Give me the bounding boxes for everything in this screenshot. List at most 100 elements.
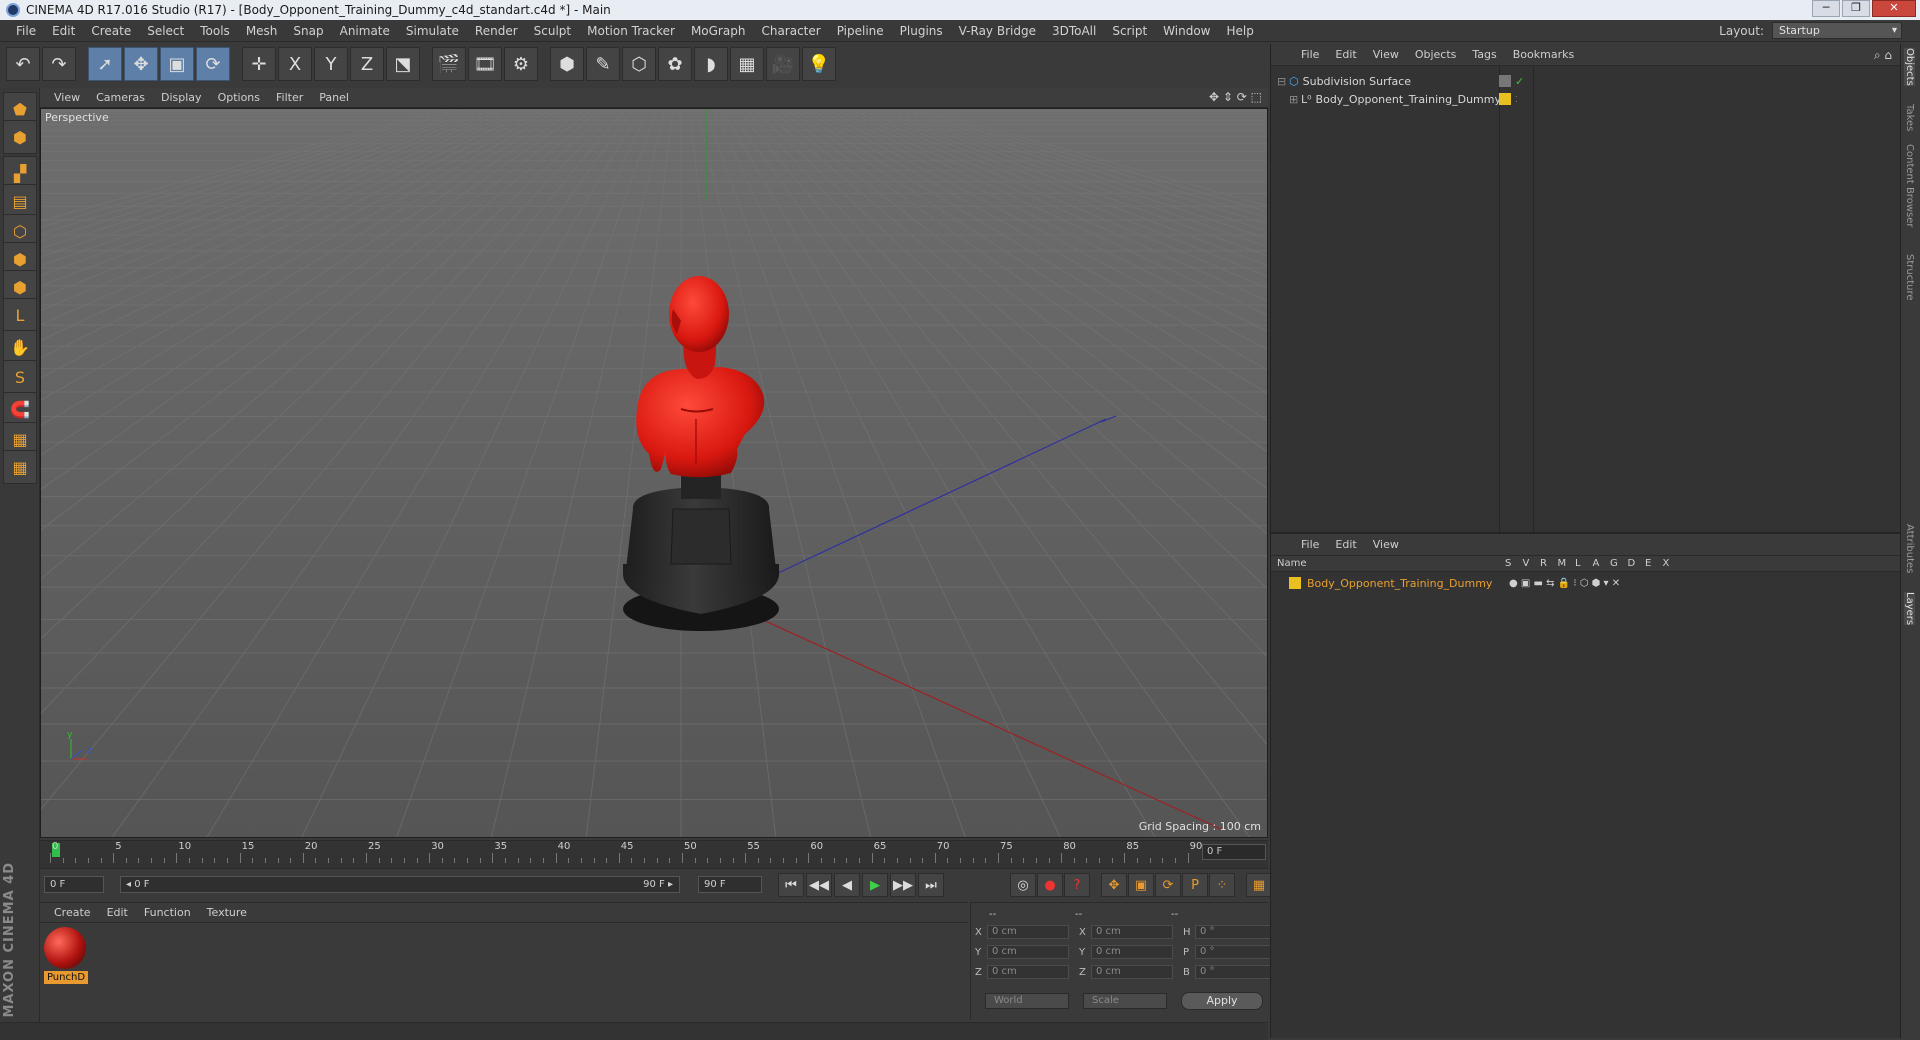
menu-3dtoall[interactable]: 3DToAll [1044, 24, 1104, 38]
viewport-menu-display[interactable]: Display [153, 91, 210, 104]
apply-button[interactable]: Apply [1181, 992, 1263, 1010]
axis-mode-icon[interactable]: L [3, 298, 37, 332]
menu-render[interactable]: Render [467, 24, 526, 38]
camera-icon[interactable]: 🎥 [766, 47, 800, 81]
menu-script[interactable]: Script [1104, 24, 1155, 38]
side-tab-layers[interactable]: Layers [1904, 592, 1915, 626]
menu-animate[interactable]: Animate [332, 24, 398, 38]
material-menu-create[interactable]: Create [46, 906, 99, 919]
object-row[interactable]: ⊟ ⬡ Subdivision Surface ✓ [1277, 72, 1524, 90]
x-lock-icon[interactable]: X [278, 47, 312, 81]
current-frame-field[interactable]: 0 F [1202, 844, 1266, 860]
layer-color-swatch[interactable] [1289, 577, 1301, 589]
coord-rot-field[interactable]: 0 ° [1195, 925, 1277, 939]
layer-row[interactable]: Body_Opponent_Training_Dummy ● ▣ ▬ ⇆ 🔒 ⁝… [1289, 574, 1620, 592]
go-to-start-button[interactable]: ⏮ [778, 873, 804, 897]
go-to-end-button[interactable]: ⏭ [918, 873, 944, 897]
material-menu-texture[interactable]: Texture [199, 906, 255, 919]
layer-menu-file[interactable]: File [1293, 538, 1327, 551]
coord-rot-field[interactable]: 0 ° [1195, 945, 1277, 959]
menu-mesh[interactable]: Mesh [238, 24, 286, 38]
play-button[interactable]: ▶ [862, 873, 888, 897]
key-param-icon[interactable]: P [1182, 873, 1208, 897]
menu-window[interactable]: Window [1155, 24, 1218, 38]
layer-column-a[interactable]: A [1593, 558, 1600, 569]
key-rotation-icon[interactable]: ⟳ [1155, 873, 1181, 897]
menu-simulate[interactable]: Simulate [398, 24, 467, 38]
object-menu-tags[interactable]: Tags [1464, 48, 1504, 61]
viewport-menu-cameras[interactable]: Cameras [88, 91, 153, 104]
coord-size-field[interactable]: 0 cm [1091, 965, 1173, 979]
scale-icon[interactable]: ▣ [160, 47, 194, 81]
autokey-icon[interactable]: ◎ [1010, 873, 1036, 897]
menu-motion-tracker[interactable]: Motion Tracker [579, 24, 683, 38]
enabled-check-icon[interactable]: ✓ [1515, 75, 1524, 88]
grid-snap-icon[interactable]: ▦ [3, 450, 37, 484]
menu-file[interactable]: File [8, 24, 44, 38]
prev-frame-button[interactable]: ◀ [834, 873, 860, 897]
timeline-icon[interactable]: ▦ [1246, 873, 1272, 897]
layer-column-m[interactable]: M [1558, 558, 1567, 569]
move-icon[interactable]: ✥ [124, 47, 158, 81]
expand-icon[interactable]: ⊟ [1277, 75, 1289, 88]
material-menu-function[interactable]: Function [136, 906, 199, 919]
object-menu-objects[interactable]: Objects [1407, 48, 1465, 61]
menu-mograph[interactable]: MoGraph [683, 24, 754, 38]
prev-key-button[interactable]: ◀◀ [806, 873, 832, 897]
coord-pos-field[interactable]: 0 cm [987, 945, 1069, 959]
menu-v-ray-bridge[interactable]: V-Ray Bridge [951, 24, 1044, 38]
end-frame-field[interactable]: 90 F [698, 876, 762, 893]
snap-icon[interactable]: S [3, 360, 37, 394]
material-swatch[interactable]: PunchD [44, 927, 90, 987]
object-menu-edit[interactable]: Edit [1327, 48, 1364, 61]
next-frame-button[interactable]: ▶▶ [890, 873, 916, 897]
key-pla-icon[interactable]: ⁘ [1209, 873, 1235, 897]
layer-column-l[interactable]: L [1575, 558, 1581, 569]
layer-column-d[interactable]: D [1628, 558, 1636, 569]
deformer-icon[interactable]: ◗ [694, 47, 728, 81]
dot-toggle[interactable]: ⁚ [1515, 95, 1518, 104]
z-lock-icon[interactable]: Z [350, 47, 384, 81]
viewport-menu-view[interactable]: View [46, 91, 88, 104]
coord-mode-dropdown[interactable]: Scale [1083, 993, 1167, 1009]
visibility-toggle[interactable] [1499, 75, 1511, 87]
help-key-icon[interactable]: ? [1064, 873, 1090, 897]
viewport-menu-panel[interactable]: Panel [311, 91, 357, 104]
menu-edit[interactable]: Edit [44, 24, 83, 38]
close-button[interactable]: ✕ [1872, 0, 1916, 17]
object-menu-view[interactable]: View [1365, 48, 1407, 61]
magnet-icon[interactable]: 🧲 [3, 392, 37, 426]
side-tab-takes[interactable]: Takes [1904, 104, 1915, 131]
menu-help[interactable]: Help [1218, 24, 1261, 38]
side-tab-structure[interactable]: Structure [1904, 254, 1915, 301]
layer-toggle-icons[interactable]: ● ▣ ▬ ⇆ 🔒 ⁝ ⬡ ⬢ ▾ ✕ [1509, 578, 1620, 589]
coordinate-system-icon[interactable]: ⬔ [386, 47, 420, 81]
key-scale-icon[interactable]: ▣ [1128, 873, 1154, 897]
record-button[interactable]: ● [1037, 873, 1063, 897]
menu-pipeline[interactable]: Pipeline [829, 24, 892, 38]
coord-size-field[interactable]: 0 cm [1091, 945, 1173, 959]
viewport-nav-icons[interactable]: ✥ ⇕ ⟳ ⬚ [1209, 90, 1262, 104]
object-row[interactable]: ⊞ L⁰ Body_Opponent_Training_Dummy ⁚ [1289, 90, 1518, 108]
render-view-icon[interactable]: 🎬 [432, 47, 466, 81]
y-lock-icon[interactable]: Y [314, 47, 348, 81]
material-menu-edit[interactable]: Edit [99, 906, 136, 919]
layer-color-tag[interactable] [1499, 93, 1511, 105]
menu-character[interactable]: Character [753, 24, 828, 38]
layer-column-g[interactable]: G [1610, 558, 1618, 569]
viewport-menu-options[interactable]: Options [210, 91, 268, 104]
menu-plugins[interactable]: Plugins [892, 24, 951, 38]
expand-icon[interactable]: ⊞ [1289, 93, 1301, 106]
layer-menu-edit[interactable]: Edit [1327, 538, 1364, 551]
timeline-ruler[interactable]: 0 F 0 5 10 15 20 25 30 35 40 45 50 55 60 65 70 75 80 85 90 [40, 840, 1268, 868]
layer-column-v[interactable]: V [1523, 558, 1530, 569]
layer-column-name[interactable]: Name [1277, 558, 1307, 569]
coord-size-field[interactable]: 0 cm [1091, 925, 1173, 939]
floor-icon[interactable]: ▦ [730, 47, 764, 81]
rotate-icon[interactable]: ⟳ [196, 47, 230, 81]
layer-menu-view[interactable]: View [1365, 538, 1407, 551]
menu-select[interactable]: Select [139, 24, 192, 38]
cube-icon[interactable]: ⬢ [550, 47, 584, 81]
axis-icon[interactable]: ✛ [242, 47, 276, 81]
object-menu-bookmarks[interactable]: Bookmarks [1505, 48, 1582, 61]
